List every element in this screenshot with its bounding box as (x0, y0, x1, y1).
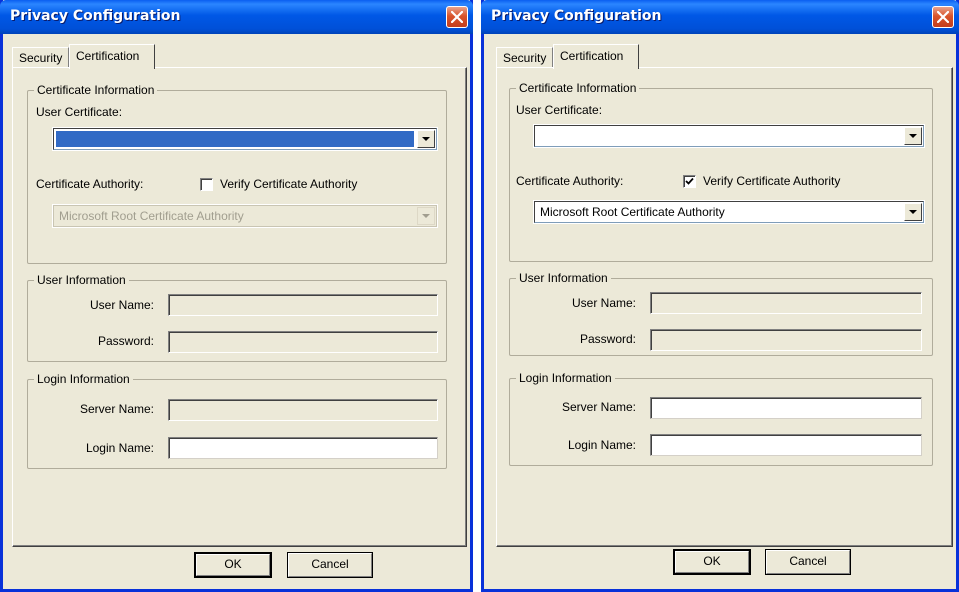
close-icon (937, 11, 949, 23)
password-label: Password: (579, 332, 636, 346)
dialog-title: Privacy Configuration (491, 8, 662, 24)
login-name-label: Login Name: (85, 441, 154, 455)
password-input[interactable] (168, 331, 438, 353)
tab-security-label: Security (19, 51, 63, 65)
ok-button[interactable]: OK (194, 552, 272, 578)
group-legend: Login Information (516, 371, 615, 385)
title-bar[interactable]: Privacy Configuration (0, 0, 473, 34)
cancel-button-label: Cancel (311, 557, 349, 571)
privacy-configuration-dialog-right: Privacy Configuration Security Certifica… (481, 0, 959, 592)
ok-button[interactable]: OK (673, 549, 751, 575)
cancel-button[interactable]: Cancel (287, 552, 373, 578)
cancel-button-label: Cancel (789, 554, 827, 568)
tab-certification[interactable]: Certification (69, 44, 155, 69)
server-name-label: Server Name: (79, 402, 154, 416)
server-name-input[interactable] (650, 397, 922, 419)
certificate-authority-value: Microsoft Root Certificate Authority (59, 209, 244, 223)
verify-certificate-authority-label: Verify Certificate Authority (703, 174, 841, 188)
close-button[interactable] (932, 6, 954, 28)
user-certificate-value (56, 131, 414, 147)
tab-security-label: Security (503, 51, 547, 65)
certificate-authority-label: Certificate Authority: (36, 177, 144, 191)
group-legend: Certificate Information (516, 81, 640, 95)
user-information-group: User Information User Name: Password: (27, 273, 447, 362)
login-information-group: Login Information Server Name: Login Nam… (27, 372, 447, 469)
password-label: Password: (97, 334, 154, 348)
tab-certification-label: Certification (76, 49, 140, 63)
password-input[interactable] (650, 329, 922, 351)
dropdown-button[interactable] (904, 203, 922, 221)
group-legend: User Information (516, 271, 611, 285)
login-information-group: Login Information Server Name: Login Nam… (509, 371, 933, 466)
dropdown-button[interactable] (417, 207, 435, 225)
user-certificate-dropdown[interactable] (533, 124, 925, 148)
group-legend: Login Information (34, 372, 133, 386)
title-bar[interactable]: Privacy Configuration (481, 0, 959, 34)
user-name-label: User Name: (89, 298, 154, 312)
dialog-title: Privacy Configuration (10, 8, 181, 24)
tab-security[interactable]: Security (12, 47, 69, 68)
user-name-input[interactable] (650, 292, 922, 314)
tab-certification-label: Certification (560, 49, 624, 63)
privacy-configuration-dialog-left: Privacy Configuration Security Certifica… (0, 0, 473, 592)
user-name-input[interactable] (168, 294, 438, 316)
user-certificate-label: User Certificate: (516, 103, 603, 117)
certification-panel: Certificate Information User Certificate… (12, 67, 467, 547)
user-information-group: User Information User Name: Password: (509, 271, 933, 356)
checkbox-box[interactable] (200, 178, 213, 191)
login-name-label: Login Name: (567, 438, 636, 452)
group-legend: User Information (34, 273, 129, 287)
dropdown-button[interactable] (904, 127, 922, 145)
login-name-input[interactable] (168, 437, 438, 459)
certification-panel: Certificate Information User Certificate… (496, 67, 953, 547)
dropdown-button[interactable] (417, 130, 435, 148)
close-icon (451, 11, 463, 23)
close-button[interactable] (446, 6, 468, 28)
chevron-down-icon (422, 137, 430, 141)
certificate-authority-value: Microsoft Root Certificate Authority (540, 205, 725, 219)
ok-button-label: OK (224, 557, 242, 571)
login-name-input[interactable] (650, 434, 922, 456)
certificate-information-group: Certificate Information User Certificate… (509, 81, 933, 262)
group-legend: Certificate Information (34, 83, 158, 97)
verify-certificate-authority-label: Verify Certificate Authority (220, 177, 358, 191)
user-certificate-dropdown[interactable] (52, 127, 438, 151)
certificate-authority-dropdown[interactable]: Microsoft Root Certificate Authority (52, 204, 438, 228)
cancel-button[interactable]: Cancel (765, 549, 851, 575)
chevron-down-icon (909, 210, 917, 214)
checkbox-box[interactable] (683, 175, 696, 188)
certificate-authority-label: Certificate Authority: (516, 174, 624, 188)
certificate-information-group: Certificate Information User Certificate… (27, 83, 447, 264)
server-name-input[interactable] (168, 399, 438, 421)
user-name-label: User Name: (571, 296, 636, 310)
user-certificate-value (537, 128, 901, 144)
chevron-down-icon (909, 134, 917, 138)
chevron-down-icon (422, 214, 430, 218)
server-name-label: Server Name: (561, 400, 636, 414)
certificate-authority-dropdown[interactable]: Microsoft Root Certificate Authority (533, 200, 925, 224)
ok-button-label: OK (703, 554, 721, 568)
checkmark-icon (685, 177, 694, 185)
tab-security[interactable]: Security (496, 47, 553, 68)
tab-certification[interactable]: Certification (553, 44, 639, 69)
user-certificate-label: User Certificate: (36, 105, 123, 119)
